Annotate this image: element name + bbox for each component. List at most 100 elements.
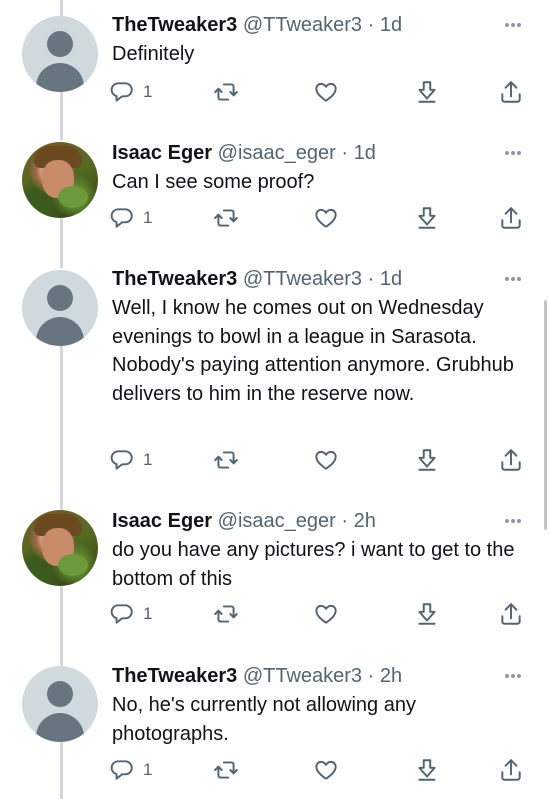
- more-icon[interactable]: [502, 12, 524, 38]
- retweet-button[interactable]: [213, 78, 239, 106]
- thread-line: [60, 0, 63, 16]
- share-button[interactable]: [498, 600, 524, 628]
- tweet-text: Definitely: [112, 43, 195, 65]
- download-icon: [418, 81, 436, 103]
- default-avatar[interactable]: [22, 666, 98, 742]
- reply-icon: [110, 760, 133, 780]
- tweet-text: No, he's currently not allowing any phot…: [112, 694, 416, 745]
- author-handle[interactable]: @isaac_eger: [218, 510, 336, 532]
- like-button[interactable]: [313, 78, 339, 106]
- reply-button[interactable]: 1: [109, 600, 152, 628]
- author-name[interactable]: Isaac Eger: [112, 142, 212, 164]
- reply-icon: [110, 208, 133, 228]
- heart-icon: [315, 208, 337, 228]
- author-name[interactable]: TheTweaker3: [112, 268, 237, 290]
- heart-icon: [315, 760, 337, 780]
- more-icon[interactable]: [502, 140, 524, 166]
- like-button[interactable]: [313, 756, 339, 784]
- avatar-leaves-shape: [58, 554, 88, 576]
- photo-avatar[interactable]: [22, 510, 98, 586]
- download-button[interactable]: [414, 446, 440, 474]
- tweet-header: TheTweaker3 @TTweaker3 · 1d: [112, 266, 402, 292]
- tweet-actions: 1: [0, 78, 550, 106]
- download-icon: [418, 603, 436, 625]
- share-icon: [501, 449, 521, 471]
- author-name[interactable]: Isaac Eger: [112, 510, 212, 532]
- share-icon: [501, 207, 521, 229]
- timestamp[interactable]: 1d: [354, 142, 376, 164]
- share-icon: [501, 759, 521, 781]
- download-button[interactable]: [414, 78, 440, 106]
- download-icon: [418, 207, 436, 229]
- author-handle[interactable]: @TTweaker3: [243, 268, 362, 290]
- retweet-icon: [214, 761, 238, 779]
- default-avatar[interactable]: [22, 270, 98, 346]
- share-icon: [501, 603, 521, 625]
- tweet-text: do you have any pictures? i want to get …: [112, 539, 515, 590]
- reply-button[interactable]: 1: [109, 756, 152, 784]
- download-icon: [418, 759, 436, 781]
- heart-icon: [315, 604, 337, 624]
- retweet-icon: [214, 209, 238, 227]
- reply-button[interactable]: 1: [109, 204, 152, 232]
- separator: ·: [367, 268, 375, 290]
- tweet-header: TheTweaker3 @TTweaker3 · 1d: [112, 12, 402, 38]
- reply-count: 1: [143, 208, 153, 227]
- reply-button[interactable]: 1: [109, 78, 152, 106]
- more-icon[interactable]: [502, 266, 524, 292]
- more-icon[interactable]: [502, 663, 524, 689]
- tweet-actions: 1: [0, 756, 550, 784]
- timestamp[interactable]: 2h: [354, 510, 376, 532]
- download-icon: [418, 449, 436, 471]
- heart-icon: [315, 82, 337, 102]
- retweet-button[interactable]: [213, 756, 239, 784]
- share-button[interactable]: [498, 756, 524, 784]
- reply-icon: [110, 450, 133, 470]
- share-button[interactable]: [498, 446, 524, 474]
- share-button[interactable]: [498, 78, 524, 106]
- separator: ·: [341, 510, 349, 532]
- reply-icon: [110, 604, 133, 624]
- like-button[interactable]: [313, 600, 339, 628]
- author-handle[interactable]: @TTweaker3: [243, 665, 362, 687]
- heart-icon: [315, 450, 337, 470]
- separator: ·: [341, 142, 349, 164]
- tweet-text: Can I see some proof?: [112, 171, 315, 193]
- reply-count: 1: [143, 760, 153, 779]
- more-icon[interactable]: [502, 508, 524, 534]
- retweet-button[interactable]: [213, 446, 239, 474]
- like-button[interactable]: [313, 204, 339, 232]
- author-handle[interactable]: @isaac_eger: [218, 142, 336, 164]
- tweet-header: Isaac Eger @isaac_eger · 2h: [112, 508, 376, 534]
- retweet-button[interactable]: [213, 204, 239, 232]
- avatar-head-shape: [47, 681, 73, 707]
- avatar-head-shape: [47, 285, 73, 311]
- download-button[interactable]: [414, 756, 440, 784]
- retweet-button[interactable]: [213, 600, 239, 628]
- download-button[interactable]: [414, 204, 440, 232]
- avatar-shoulders-shape: [36, 713, 84, 742]
- conversation-thread: TheTweaker3 @TTweaker3 · 1d Definitely 1: [0, 0, 550, 799]
- author-name[interactable]: TheTweaker3: [112, 665, 237, 687]
- tweet-actions: 1: [0, 204, 550, 232]
- separator: ·: [367, 14, 375, 36]
- avatar-head-shape: [47, 31, 73, 57]
- reply-icon: [110, 82, 133, 102]
- tweet-text: Well, I know he comes out on Wednesday e…: [112, 297, 514, 405]
- tweet-header: Isaac Eger @isaac_eger · 1d: [112, 140, 376, 166]
- timestamp[interactable]: 2h: [380, 665, 402, 687]
- like-button[interactable]: [313, 446, 339, 474]
- scrollbar[interactable]: [544, 300, 547, 530]
- download-button[interactable]: [414, 600, 440, 628]
- reply-count: 1: [143, 450, 153, 469]
- reply-button[interactable]: 1: [109, 446, 152, 474]
- reply-count: 1: [143, 604, 153, 623]
- timestamp[interactable]: 1d: [380, 14, 402, 36]
- timestamp[interactable]: 1d: [380, 268, 402, 290]
- tweet-header: TheTweaker3 @TTweaker3 · 2h: [112, 663, 402, 689]
- author-handle[interactable]: @TTweaker3: [243, 14, 362, 36]
- author-name[interactable]: TheTweaker3: [112, 14, 237, 36]
- share-button[interactable]: [498, 204, 524, 232]
- retweet-icon: [214, 605, 238, 623]
- tweet-actions: 1: [0, 446, 550, 474]
